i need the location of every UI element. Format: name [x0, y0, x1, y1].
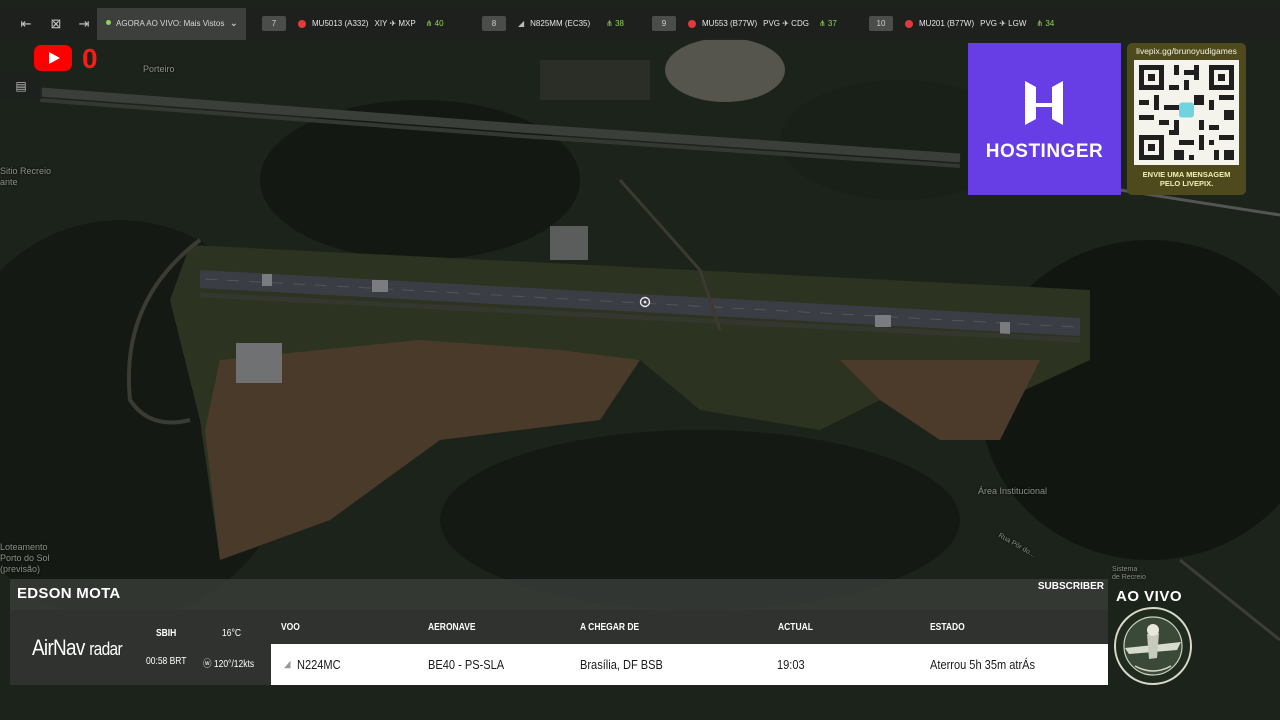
map-label-area-institucional: Área Institucional — [978, 486, 1048, 496]
livepix-donation[interactable]: livepix.gg/brunoyudigames ENVIE UMA MENS… — [1127, 43, 1246, 195]
altitude-icon: ⋔ — [818, 19, 828, 28]
ticker-flight[interactable]: 8 ◢ N825MM (EC35) ⋔ 38 — [482, 8, 624, 40]
column-header-status: ESTADO — [930, 622, 965, 633]
airline-logo-icon — [905, 19, 913, 28]
map-label-sistema-recreio: Sistema de Recreio — [1112, 566, 1146, 581]
ticker-index: 9 — [652, 16, 676, 32]
airline-logo-icon — [688, 19, 696, 28]
ticker-altitude: 34 — [1045, 19, 1055, 28]
live-label: AO VIVO — [1116, 588, 1183, 605]
ticker-altitude: 40 — [434, 19, 444, 28]
map-label-porto: Porteiro — [143, 64, 175, 74]
collapse-icon[interactable]: ⇤ — [17, 15, 35, 33]
subscriber-label: SUBSCRIBER — [1037, 581, 1104, 592]
skip-next-icon[interactable]: ⇥ — [75, 15, 93, 33]
flight-info-panel: AirNav radar SBIH 00:58 BRT 16°C ⓦ 120°/… — [10, 610, 1108, 685]
airnav-brand-main: AirNav — [32, 635, 85, 660]
column-header-flight: VOO — [281, 622, 300, 633]
column-header-actual: ACTUAL — [778, 622, 813, 633]
qr-code-icon — [1134, 60, 1239, 165]
column-header-from: A CHEGAR DE — [580, 622, 640, 633]
ticker-callsign: MU201 (B77W) — [919, 19, 975, 28]
ticker-altitude: 37 — [827, 19, 837, 28]
hostinger-sponsor[interactable]: HOSTINGER — [968, 43, 1121, 195]
ticker-index: 7 — [262, 16, 286, 32]
youtube-count: 0 — [82, 43, 98, 74]
aircraft-marker-icon: ◢ — [284, 659, 291, 670]
hostinger-logo-icon — [1025, 81, 1063, 125]
ticker-route: PVG ✈ LGW — [980, 19, 1027, 28]
table-row[interactable]: ◢ N224MC BE40 - PS-SLA Brasília, DF BSB … — [271, 644, 1108, 685]
channel-badge-icon — [1114, 607, 1192, 685]
altitude-icon: ⋔ — [1036, 19, 1046, 28]
chevron-down-icon: ⌄ — [229, 18, 238, 29]
airnav-brand-sub: radar — [89, 639, 122, 659]
wind-value: 120°/12kts — [213, 659, 255, 670]
live-feed-label: AGORA AO VIVO: Mais Vistos — [116, 19, 225, 28]
altitude-icon: ⋔ — [606, 19, 616, 28]
wind-info: ⓦ 120°/12kts — [203, 655, 254, 670]
ticker-flight[interactable]: 9 MU553 (B77W) PVG ✈ CDG ⋔ 37 — [652, 8, 837, 40]
column-header-aircraft: AERONAVE — [428, 622, 476, 633]
livepix-url: livepix.gg/brunoyudigames — [1136, 46, 1237, 56]
ticker-index: 10 — [869, 16, 893, 32]
hostinger-name: HOSTINGER — [985, 141, 1104, 162]
ticker-flight[interactable]: 7 MU5013 (A332) XIY ✈ MXP ⋔ 40 — [262, 8, 444, 40]
temperature: 16°C — [222, 628, 241, 639]
streamer-header: EDSON MOTA SUBSCRIBER — [10, 579, 1108, 610]
cell-aircraft: BE40 - PS-SLA — [428, 657, 505, 672]
livepix-cta: ENVIE UMA MENSAGEM PELO LIVEPIX. — [1142, 170, 1231, 188]
airport-code: SBIH — [156, 628, 177, 639]
ticker-flight[interactable]: 10 MU201 (B77W) PVG ✈ LGW ⋔ 34 — [869, 8, 1054, 40]
altitude-icon: ⋔ — [425, 19, 435, 28]
stream-overlay: Porteiro Sitio Recreio ante Loteamento P… — [0, 0, 1280, 720]
airline-logo-icon — [298, 19, 306, 28]
streamer-name: EDSON MOTA — [17, 585, 121, 602]
ticker-callsign: MU5013 (A332) — [312, 19, 369, 28]
ticker-altitude: 38 — [615, 19, 625, 28]
flight-ticker-bar: ⇤ ⊠ ⇥ AGORA AO VIVO: Mais Vistos ⌄ 7 MU50… — [0, 8, 1280, 40]
map-label-sitio: Sitio Recreio ante — [0, 166, 52, 187]
youtube-icon[interactable] — [34, 45, 72, 71]
map-label-loteamento: Loteamento Porto do Sol (previsão) — [0, 542, 50, 574]
helicopter-icon: ◢ — [518, 19, 525, 28]
ticker-route: PVG ✈ CDG — [763, 19, 809, 28]
wind-icon: ⓦ — [203, 659, 214, 670]
live-feed-dropdown[interactable]: AGORA AO VIVO: Mais Vistos ⌄ — [97, 8, 246, 40]
cell-from: Brasília, DF BSB — [580, 657, 663, 672]
local-time: 00:58 BRT — [146, 656, 187, 667]
ticker-route: XIY ✈ MXP — [374, 19, 416, 28]
expand-icon[interactable]: ⊠ — [47, 15, 65, 33]
airnav-radar-logo: AirNav radar — [32, 635, 123, 661]
cell-actual: 19:03 — [777, 657, 805, 672]
cell-flight: N224MC — [297, 657, 341, 672]
ticker-callsign: N825MM (EC35) — [530, 19, 591, 28]
ticker-callsign: MU553 (B77W) — [702, 19, 758, 28]
live-dot-icon — [106, 20, 111, 25]
cell-status: Aterrou 5h 35m atrÁs — [930, 657, 1036, 672]
ticker-index: 8 — [482, 16, 506, 32]
layers-icon[interactable]: ▤ — [0, 73, 42, 99]
